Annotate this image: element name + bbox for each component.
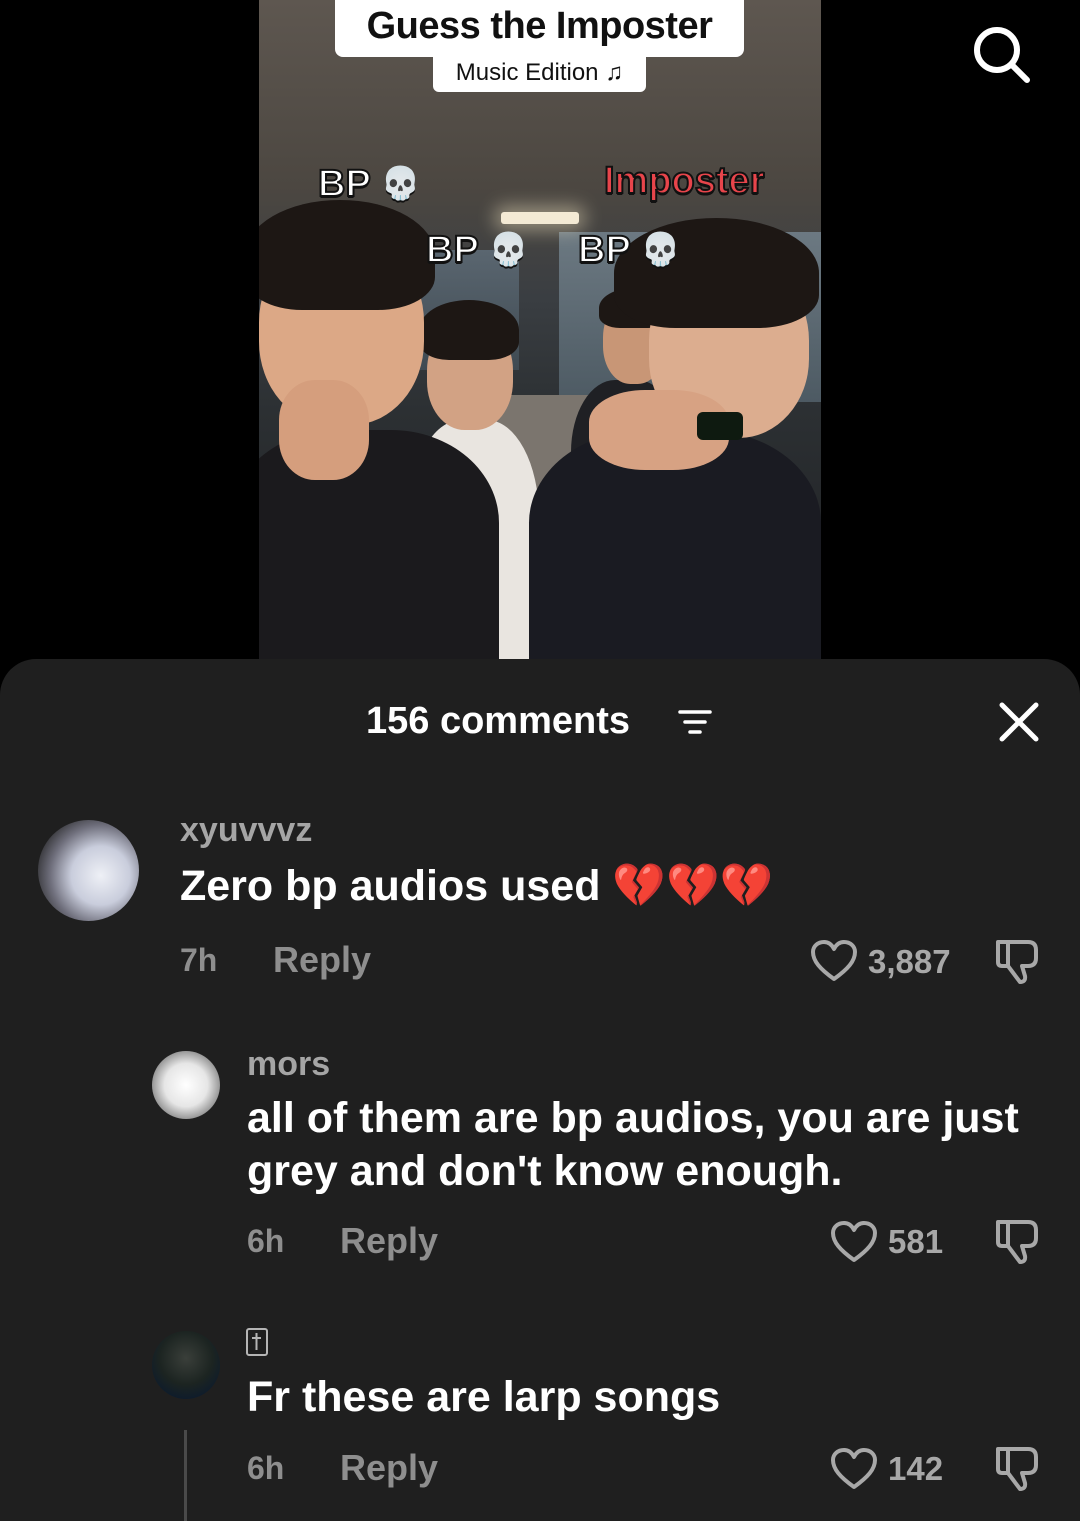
label-text: BP	[577, 229, 631, 271]
dislike-button[interactable]	[992, 1216, 1042, 1266]
overlay-label-bp-1: BP 💀	[317, 163, 421, 205]
video-subtitle: Music Edition ♫	[433, 56, 646, 92]
like-button[interactable]	[830, 1447, 878, 1491]
skull-icon: 💀	[488, 231, 529, 267]
video-area[interactable]: Guess the Imposter Music Edition ♫ BP 💀 …	[0, 0, 1080, 662]
video-player[interactable]	[259, 0, 821, 662]
comment-text: all of them are bp audios, you are just …	[247, 1094, 1019, 1195]
thumbs-down-icon	[996, 1447, 1038, 1491]
like-button[interactable]	[830, 1220, 878, 1264]
label-text: BP	[425, 229, 479, 271]
dislike-button[interactable]	[992, 936, 1042, 986]
overlay-label-imposter: Imposter	[603, 160, 765, 202]
like-button[interactable]	[810, 939, 858, 983]
like-count: 581	[888, 1223, 944, 1260]
avatar[interactable]	[152, 1051, 220, 1119]
comment-username[interactable]: xyuvvvz	[180, 810, 312, 850]
filter-icon	[678, 710, 712, 734]
avatar[interactable]	[152, 1331, 220, 1399]
reply-button[interactable]: Reply	[340, 1221, 438, 1261]
comments-header: 156 comments	[0, 695, 1080, 747]
comment-time: 6h	[247, 1450, 285, 1486]
like-count: 3,887	[868, 943, 951, 980]
car-ceiling-light	[501, 212, 579, 224]
heart-icon	[831, 1448, 877, 1489]
dislike-button[interactable]	[992, 1443, 1042, 1493]
skull-icon: 💀	[640, 231, 681, 267]
comment-text: Fr these are larp songs	[247, 1373, 721, 1421]
overlay-label-bp-2: BP 💀	[425, 229, 529, 271]
thumbs-down-icon	[996, 1220, 1038, 1264]
comment-time: 6h	[247, 1223, 285, 1259]
label-text: BP	[317, 163, 371, 205]
filter-button[interactable]	[678, 709, 712, 735]
comment-username[interactable]: mors	[247, 1044, 330, 1084]
comment-time: 7h	[180, 942, 218, 978]
close-button[interactable]	[996, 699, 1042, 745]
like-count: 142	[888, 1450, 944, 1487]
skull-icon: 💀	[380, 165, 421, 201]
video-title: Guess the Imposter	[335, 0, 744, 57]
search-button[interactable]	[968, 22, 1034, 88]
search-icon	[974, 27, 1030, 83]
avatar[interactable]	[38, 820, 139, 921]
reply-thread-line	[184, 1430, 187, 1521]
overlay-label-bp-3: BP 💀	[577, 229, 681, 271]
comment-text: Zero bp audios used 💔💔💔	[180, 862, 774, 910]
close-icon	[999, 702, 1039, 742]
reply-button[interactable]: Reply	[273, 940, 371, 980]
reply-button[interactable]: Reply	[340, 1448, 438, 1488]
comments-count: 156 comments	[366, 700, 631, 742]
heart-icon	[831, 1221, 877, 1262]
pin-icon	[246, 1328, 268, 1356]
thumbs-down-icon	[996, 940, 1038, 984]
heart-icon	[811, 940, 857, 981]
